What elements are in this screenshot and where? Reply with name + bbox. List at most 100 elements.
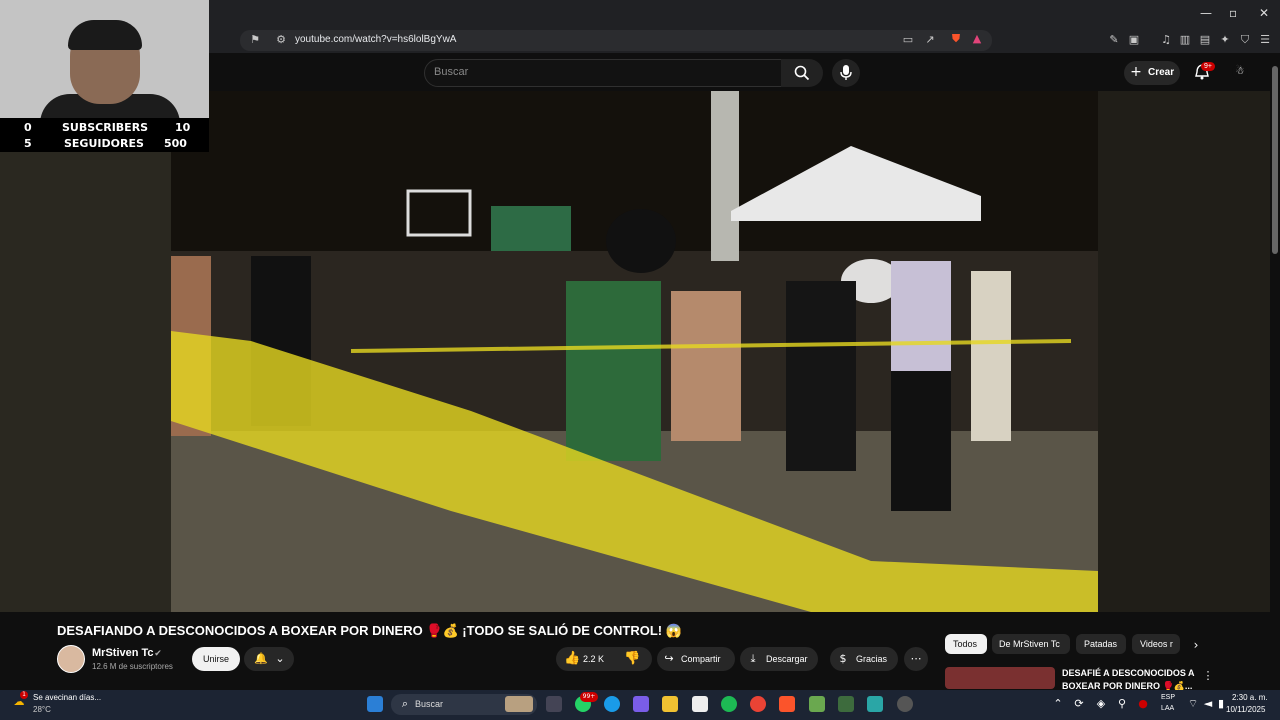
thanks-label: Gracias — [856, 654, 888, 664]
maximize-icon[interactable]: ▫ — [1229, 6, 1237, 20]
video-title: DESAFIANDO A DESCONOCIDOS A BOXEAR POR D… — [57, 623, 682, 638]
chevron-right-icon[interactable]: › — [1190, 639, 1202, 651]
tray-sync-icon[interactable]: ⟳ — [1073, 698, 1085, 710]
minecraft-icon[interactable] — [809, 696, 825, 712]
file-explorer-icon[interactable] — [662, 696, 678, 712]
capcut-icon[interactable] — [867, 696, 883, 712]
taskbar-search-icon: ⌕ — [401, 697, 409, 710]
chip-todos-label: Todos — [953, 639, 978, 649]
follower-stats: 0 SUBSCRIBERS 10 5 SEGUIDORES 500 — [0, 118, 209, 152]
related-video-title[interactable]: DESAFIÉ A DESCONOCIDOS A — [1062, 668, 1195, 678]
create-label: Crear — [1148, 67, 1175, 78]
scrollbar-thumb[interactable] — [1272, 66, 1278, 254]
subscriber-count: 12.6 M de suscriptores — [92, 662, 173, 671]
brave-icon[interactable] — [779, 696, 795, 712]
weather-badge: 1 — [20, 691, 28, 699]
edge-icon[interactable] — [604, 696, 620, 712]
verified-icon: ✔ — [154, 649, 162, 659]
notification-badge: 9+ — [1201, 62, 1215, 71]
chip-patadas-label: Patadas — [1084, 639, 1118, 649]
thanks-icon: $ — [839, 652, 847, 665]
store-icon[interactable] — [692, 696, 708, 712]
search-placeholder: Buscar — [434, 66, 469, 78]
vpn-icon[interactable]: ⛉ — [1239, 34, 1251, 46]
subs-left: 0 — [24, 121, 32, 134]
like-icon[interactable]: 👍 — [564, 652, 580, 665]
screenshot-icon[interactable]: ▣ — [1128, 34, 1140, 46]
bookmark-icon[interactable]: ⚑ — [249, 34, 261, 46]
menu-icon[interactable]: ☰ — [1259, 34, 1271, 46]
sidebar-icon[interactable]: ▥ — [1179, 34, 1191, 46]
subs-label: SUBSCRIBERS — [62, 121, 149, 134]
seg-label: SEGUIDORES — [64, 137, 144, 150]
taskbar-search-label: Buscar — [415, 699, 444, 709]
windows-start-icon[interactable] — [367, 696, 383, 712]
account-avatar[interactable]: ☃ — [1232, 64, 1248, 80]
tray-network-icon[interactable]: ◈ — [1095, 698, 1107, 710]
keyboard-layout[interactable]: LAA — [1161, 705, 1174, 712]
download-label: Descargar — [766, 654, 808, 664]
search-highlight-icon[interactable] — [505, 696, 533, 712]
brave-rewards-icon[interactable]: ▲ — [971, 33, 983, 45]
video-ambient-right — [1098, 91, 1270, 612]
download-icon: ⤓ — [750, 652, 756, 665]
ai-icon[interactable]: ✦ — [1219, 34, 1231, 46]
bell-icon: 🔔 — [254, 652, 268, 665]
video-ambient-left — [0, 152, 171, 612]
weather-text[interactable]: Se avecinan días... — [33, 693, 101, 702]
channel-avatar[interactable] — [57, 645, 85, 673]
chrome-icon[interactable] — [750, 696, 766, 712]
seg-left: 5 — [24, 137, 32, 150]
media-icon[interactable]: ♫ — [1160, 34, 1172, 46]
share-label: Compartir — [681, 654, 721, 664]
subscription-bell-button[interactable]: 🔔 ⌄ — [244, 647, 294, 671]
obs-icon[interactable] — [897, 696, 913, 712]
seg-right: 500 — [164, 137, 187, 150]
clock-date[interactable]: 10/11/2025 — [1226, 705, 1265, 714]
wallet-icon[interactable]: ▤ — [1199, 34, 1211, 46]
more-horizontal-icon: ⋯ — [910, 652, 922, 665]
chip-videos-label: Videos r — [1140, 639, 1173, 649]
search-icon — [794, 65, 810, 81]
microphone-icon — [840, 65, 852, 80]
url-text[interactable]: youtube.com/watch?v=hs6lolBgYwA — [295, 34, 456, 45]
webcam-overlay — [0, 0, 209, 118]
related-video-thumbnail[interactable] — [945, 667, 1055, 689]
extensions-icon[interactable]: ✎ — [1108, 34, 1120, 46]
channel-name[interactable]: MrStiven Tc — [92, 647, 154, 659]
search-input[interactable] — [424, 59, 782, 87]
whatsapp-badge: 99+ — [580, 692, 598, 702]
brave-shield-icon[interactable]: ⛊ — [950, 33, 962, 45]
tray-usb-icon[interactable]: ⚲ — [1116, 698, 1128, 710]
spotify-icon[interactable] — [721, 696, 737, 712]
cast-icon[interactable]: ▭ — [902, 34, 914, 46]
dislike-icon[interactable]: 👎 — [624, 652, 640, 665]
search-button[interactable] — [781, 59, 823, 87]
video-player[interactable] — [171, 91, 1098, 612]
close-icon[interactable]: ✕ — [1259, 6, 1269, 20]
weather-temp[interactable]: 28°C — [33, 705, 51, 714]
minimize-icon[interactable]: — — [1200, 6, 1212, 20]
wifi-icon[interactable]: ⌔ — [1187, 698, 1199, 710]
tray-mic-icon[interactable]: ● — [1137, 698, 1149, 710]
video-frame — [171, 91, 1098, 612]
plus-icon: + — [1130, 64, 1142, 80]
tray-chevron-icon[interactable]: ⌃ — [1052, 698, 1064, 710]
site-info-icon[interactable]: ⚙ — [275, 34, 287, 46]
join-label: Unirse — [203, 654, 230, 664]
related-more-icon[interactable]: ⋮ — [1202, 670, 1214, 682]
subs-right: 10 — [175, 121, 191, 134]
task-view-icon[interactable] — [546, 696, 562, 712]
webcam-person-hair — [68, 20, 142, 50]
language-code[interactable]: ESP — [1161, 694, 1175, 701]
clock-time[interactable]: 2:30 a. m. — [1232, 693, 1268, 702]
chip-channel-label: De MrStiven Tc — [999, 639, 1060, 649]
share-icon: ↪ — [664, 652, 674, 665]
share-page-icon[interactable]: ↗ — [924, 34, 936, 46]
voice-search-button[interactable] — [832, 59, 860, 87]
volume-icon[interactable]: ◄ — [1202, 698, 1214, 710]
like-count[interactable]: 2.2 K — [583, 654, 604, 664]
chevron-down-icon: ⌄ — [275, 652, 285, 665]
copilot-icon[interactable] — [633, 696, 649, 712]
app-icon[interactable] — [838, 696, 854, 712]
